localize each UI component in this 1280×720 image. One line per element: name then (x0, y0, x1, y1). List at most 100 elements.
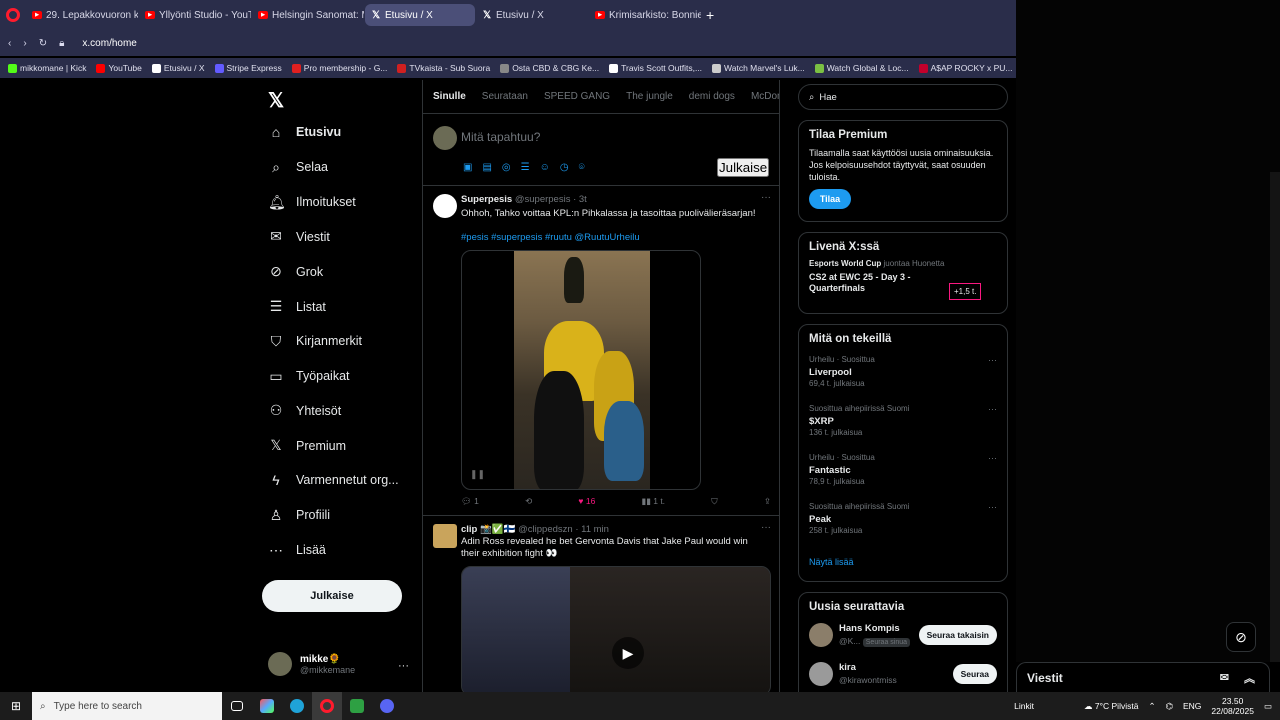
weather-widget[interactable]: ☁ 7°C Pilvistä (1084, 701, 1138, 712)
more-options-icon[interactable]: ··· (398, 660, 409, 672)
tweet-author[interactable]: clip 📸✅🇫🇮 (461, 524, 516, 535)
links-toolbar[interactable]: Linkit (1014, 701, 1034, 711)
location-icon[interactable]: ⌾ (579, 162, 585, 173)
share-icon[interactable]: ⇪ (764, 496, 771, 507)
nav-item-premium[interactable]: 𝕏 Premium (268, 437, 346, 454)
tab-mcdonal[interactable]: McDonal (751, 91, 779, 102)
post-button[interactable]: Julkaise (262, 580, 402, 612)
tweet[interactable]: Superpesis @superpesis · 3t ··· Ohhoh, T… (423, 186, 779, 516)
nav-item-grok[interactable]: ⊘ Grok (268, 263, 323, 280)
nav-item-lisää[interactable]: ⋯ Lisää (268, 542, 326, 559)
tab-the-jungle[interactable]: The jungle (626, 91, 673, 102)
nav-item-profiili[interactable]: ♙ Profiili (268, 507, 330, 524)
follow-suggestion[interactable]: kira @kirawontmiss Seuraa (809, 658, 997, 692)
video-player[interactable]: ❚❚ (461, 250, 701, 490)
nav-item-viestit[interactable]: ✉ Viestit (268, 228, 330, 245)
repost-icon[interactable]: ⟲ (525, 496, 532, 507)
windows-start-icon[interactable]: ⊞ (0, 699, 32, 713)
tweet[interactable]: clip 📸✅🇫🇮 @clippedszn · 11 min ··· Adin … (423, 516, 779, 692)
bookmark-item[interactable]: mikkomane | Kick (8, 63, 86, 73)
trend-item[interactable]: Urheilu · Suosittua Liverpool 69,4 t. julk… (809, 355, 997, 404)
lock-icon[interactable]: 🔒︎ (59, 38, 64, 49)
poll-icon[interactable]: ☰ (521, 162, 530, 173)
app-icon[interactable] (252, 692, 282, 720)
new-message-icon[interactable]: ✉ (1220, 671, 1229, 684)
trend-item[interactable]: Urheilu · Suosittua Fantastic 78,9 t. julk… (809, 453, 997, 502)
discord-icon[interactable] (372, 692, 402, 720)
live-host[interactable]: Esports World Cup (809, 259, 881, 268)
edge-icon[interactable] (282, 692, 312, 720)
search-input[interactable]: ⌕ Hae (798, 84, 1008, 110)
browser-tab[interactable]: ▶ Krimisarkisto: Bonnie & Cl (589, 4, 701, 26)
bookmark-item[interactable]: Travis Scott Outfits,... (609, 63, 702, 73)
bookmark-item[interactable]: Osta CBD & CBG Ke... (500, 63, 599, 73)
gif-icon[interactable]: ▤ (482, 162, 491, 173)
url-field[interactable]: x.com/home (82, 38, 136, 49)
opera-logo-icon[interactable] (6, 8, 20, 22)
reload-icon[interactable]: ↻ (39, 38, 47, 49)
bookmark-item[interactable]: YouTube (96, 63, 142, 73)
follow-suggestion[interactable]: Hans Kompis @K... Seuraa sinua Seuraa ta… (809, 619, 997, 658)
bookmark-item[interactable]: Etusivu / X (151, 63, 205, 73)
live-listeners[interactable]: +1,5 t. (949, 283, 982, 300)
more-options-icon[interactable]: ··· (761, 192, 771, 203)
tab-demi-dogs[interactable]: demi dogs (689, 91, 735, 102)
subscribe-button[interactable]: Tilaa (809, 189, 851, 209)
network-icon[interactable]: ⌬ (1166, 701, 1173, 712)
nav-item-kirjanmerkit[interactable]: ⛉ Kirjanmerkit (268, 333, 362, 350)
composer-post-button[interactable]: Julkaise (717, 158, 770, 177)
schedule-icon[interactable]: ◷ (560, 162, 569, 173)
more-options-icon[interactable]: ··· (761, 522, 771, 533)
browser-tab[interactable]: ▶ 29. Lepakkovuoron kesäp (26, 4, 138, 26)
tab-speed-gang[interactable]: SPEED GANG (544, 91, 610, 102)
forward-icon[interactable]: › (23, 38, 26, 49)
more-options-icon[interactable]: ··· (988, 404, 997, 414)
browser-tab[interactable]: ▶ Yllyönti Studio - YouTube (139, 4, 251, 26)
bookmark-item[interactable]: TVkaista - Sub Suora (397, 63, 490, 73)
clock[interactable]: 23.50 22/08/2025 (1211, 696, 1254, 716)
trend-item[interactable]: Suosittua aihepiirissä Suomi $XRP 136 t. j… (809, 404, 997, 453)
expand-icon[interactable]: ︽ (1244, 670, 1255, 686)
bookmark-item[interactable]: Stripe Express (214, 63, 282, 73)
tab-sinulle[interactable]: Sinulle (433, 91, 466, 102)
show-more-link[interactable]: Näytä lisää (809, 557, 997, 567)
messages-drawer[interactable]: Viestit ✉ ︽ (1016, 662, 1270, 692)
play-icon[interactable]: ▶ (612, 637, 644, 669)
tweet-author[interactable]: Superpesis (461, 194, 512, 205)
views-button[interactable]: ▮▮ 1 t. (642, 496, 666, 507)
more-options-icon[interactable]: ··· (988, 355, 997, 365)
notifications-icon[interactable]: ▭ (1264, 701, 1272, 712)
x-logo-icon[interactable]: 𝕏 (268, 88, 284, 113)
language-indicator[interactable]: ENG (1183, 701, 1201, 711)
nav-item-selaa[interactable]: ⌕ Selaa (268, 159, 328, 176)
grok-floating-button[interactable]: ⊘ (1226, 622, 1256, 652)
emoji-icon[interactable]: ☺ (540, 162, 550, 173)
tweet-hashtags[interactable]: #pesis #superpesis #ruutu @RuutuUrheilu (461, 232, 640, 244)
follow-back-button[interactable]: Seuraa takaisin (918, 625, 997, 645)
more-options-icon[interactable]: ··· (988, 502, 997, 512)
compose-input[interactable]: Mitä tapahtuu? (461, 130, 540, 144)
more-options-icon[interactable]: ··· (988, 453, 997, 463)
video-thumbnail[interactable]: ▶ (461, 566, 771, 692)
taskbar-search-input[interactable]: ⌕ Type here to search (32, 692, 222, 720)
browser-tab[interactable]: ▶ Helsingin Sanomat: Maky (252, 4, 364, 26)
new-tab-button[interactable]: + (706, 7, 714, 23)
bookmark-item[interactable]: Watch Global & Loc... (814, 63, 909, 73)
pause-icon[interactable]: ❚❚ (470, 469, 485, 480)
nav-item-yhteisöt[interactable]: ⚇ Yhteisöt (268, 402, 341, 419)
bookmark-item[interactable]: A$AP ROCKY x PU... (918, 63, 1013, 73)
trend-item[interactable]: Suosittua aihepiirissä Suomi Peak 258 t. j… (809, 502, 997, 551)
bookmark-icon[interactable]: ⛉ (711, 496, 717, 507)
back-icon[interactable]: ‹ (8, 38, 11, 49)
task-view-icon[interactable] (222, 692, 252, 720)
nav-item-varmennetut-org[interactable]: ϟ Varmennetut org... (268, 472, 398, 488)
opera-icon[interactable] (312, 692, 342, 720)
bookmark-item[interactable]: Watch Marvel's Luk... (712, 63, 805, 73)
tweet-time[interactable]: · 11 min (575, 524, 609, 535)
nav-item-etusivu[interactable]: ⌂ Etusivu (268, 124, 341, 140)
browser-tab-active[interactable]: 𝕏 Etusivu / X (365, 4, 475, 26)
image-icon[interactable]: ▣ (463, 162, 472, 173)
browser-tab[interactable]: 𝕏 Etusivu / X (476, 4, 588, 26)
reply-button[interactable]: 💬︎ 1 (461, 496, 479, 507)
nav-item-työpaikat[interactable]: ▭ Työpaikat (268, 368, 349, 385)
